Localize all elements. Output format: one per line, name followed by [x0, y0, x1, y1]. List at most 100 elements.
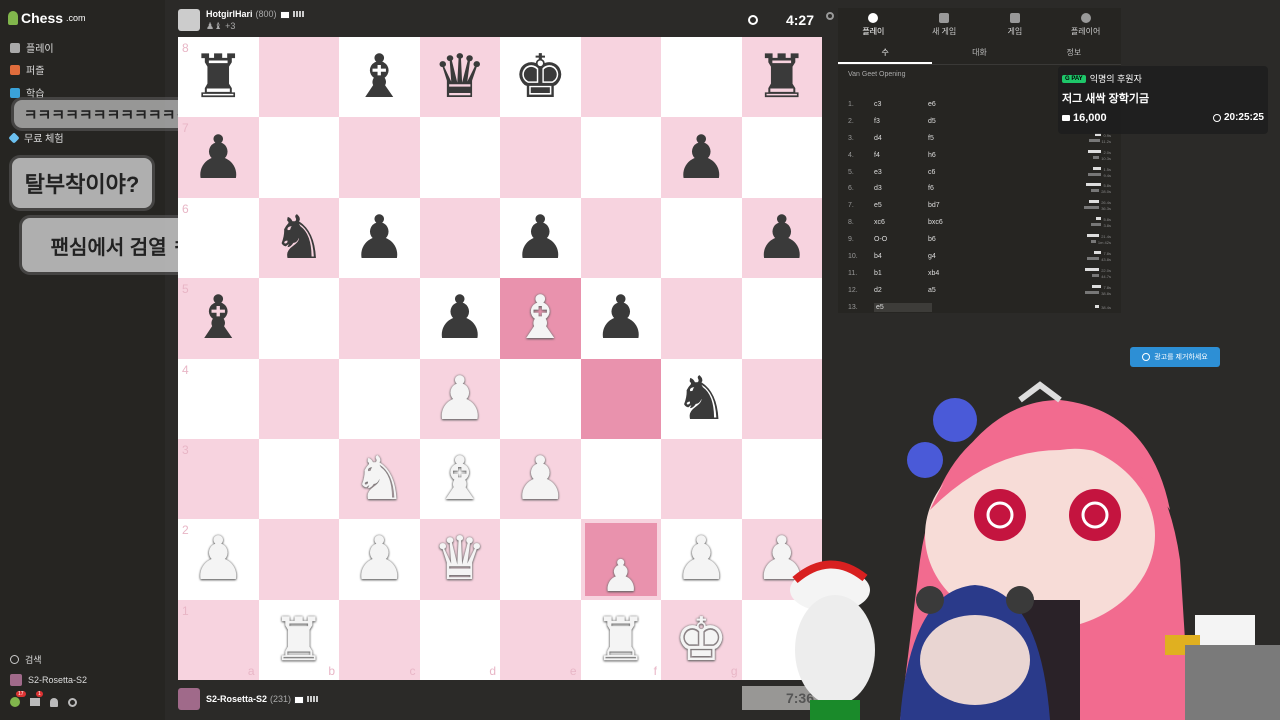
black-move[interactable]: b6: [928, 236, 982, 243]
square-d6[interactable]: [419, 197, 500, 279]
black-move[interactable]: a5: [928, 287, 982, 294]
square-a8[interactable]: 8 ♜: [178, 37, 259, 118]
black-move[interactable]: xb4: [928, 270, 982, 277]
square-d7[interactable]: [419, 117, 500, 198]
gear-icon[interactable]: [68, 697, 77, 707]
square-g3[interactable]: [661, 438, 742, 520]
chess-logo[interactable]: Chess .com: [8, 10, 86, 26]
square-e1[interactable]: e: [500, 599, 581, 680]
square-a2[interactable]: 2 ♟: [178, 519, 259, 600]
opponent-avatar[interactable]: [178, 9, 200, 31]
black-move[interactable]: f5: [928, 135, 982, 142]
square-c8[interactable]: ♝: [339, 37, 420, 118]
black-pawn[interactable]: ♟: [755, 208, 809, 268]
bell-icon[interactable]: [50, 697, 58, 707]
square-e4[interactable]: [500, 358, 581, 439]
black-bishop[interactable]: ♝: [191, 288, 245, 348]
square-f4[interactable]: [580, 358, 661, 439]
white-move[interactable]: f3: [874, 118, 928, 125]
subtab-info[interactable]: 정보: [1027, 42, 1121, 64]
black-pawn[interactable]: ♟: [433, 288, 487, 348]
square-f8[interactable]: [580, 37, 661, 118]
square-d2[interactable]: ♛: [419, 519, 500, 600]
square-b3[interactable]: [258, 438, 339, 520]
black-move[interactable]: d5: [928, 118, 982, 125]
square-h5[interactable]: [741, 278, 822, 359]
player-avatar[interactable]: [178, 688, 200, 710]
square-b5[interactable]: [258, 278, 339, 359]
square-h8[interactable]: ♜: [741, 37, 822, 118]
white-bishop[interactable]: ♝: [513, 288, 567, 348]
tab-play[interactable]: 플레이: [838, 8, 909, 42]
square-b7[interactable]: [258, 117, 339, 198]
white-bishop[interactable]: ♝: [433, 449, 487, 509]
square-h4[interactable]: [741, 358, 822, 439]
subtab-moves[interactable]: 수: [838, 42, 933, 64]
black-move[interactable]: e6: [928, 101, 982, 108]
white-move[interactable]: e5: [874, 302, 932, 312]
square-g7[interactable]: ♟: [661, 117, 742, 198]
friends-icon[interactable]: 17: [10, 691, 26, 707]
black-rook[interactable]: ♜: [755, 47, 809, 107]
sidebar-item-profile[interactable]: S2-Rosetta-S2: [10, 674, 87, 686]
white-move[interactable]: d4: [874, 135, 928, 142]
chess-board[interactable]: 8 ♜ ♝ ♛ ♚ ♜ 7 ♟ ♟ 6 ♞ ♟ ♟ ♟ 5 ♝ ♟ ♝ ♟ 4 ♟ ♞ 3 ♞ ♝ ♟ 2 ♟ ♟ ♛ ♟ ♟ ♟ 1 a b ♜ c d e…: [178, 37, 822, 680]
tab-players[interactable]: 플레이어: [1050, 8, 1121, 42]
square-b8[interactable]: [258, 37, 339, 118]
white-rook[interactable]: ♜: [594, 610, 648, 670]
white-move[interactable]: c3: [874, 101, 928, 108]
white-pawn[interactable]: ♟: [433, 369, 487, 429]
black-pawn[interactable]: ♟: [674, 128, 728, 188]
black-move[interactable]: g4: [928, 253, 982, 260]
white-pawn[interactable]: ♟: [352, 529, 406, 589]
square-f7[interactable]: [580, 117, 661, 198]
square-c5[interactable]: [339, 278, 420, 359]
square-c4[interactable]: [339, 358, 420, 439]
square-a6[interactable]: 6: [178, 197, 259, 279]
black-pawn[interactable]: ♟: [513, 208, 567, 268]
black-bishop[interactable]: ♝: [352, 47, 406, 107]
square-b2[interactable]: [258, 519, 339, 600]
black-pawn[interactable]: ♟: [352, 208, 406, 268]
white-move[interactable]: d2: [874, 287, 928, 294]
white-pawn[interactable]: ♟: [513, 449, 567, 509]
square-f1[interactable]: f ♜: [580, 599, 661, 680]
player-name[interactable]: S2-Rosetta-S2: [206, 694, 267, 704]
square-h7[interactable]: [741, 117, 822, 198]
square-f6[interactable]: [580, 197, 661, 279]
square-g2[interactable]: ♟: [661, 519, 742, 600]
sidebar-item-free-trial[interactable]: 무료 체험: [8, 130, 64, 145]
black-knight[interactable]: ♞: [674, 369, 728, 429]
black-pawn[interactable]: ♟: [594, 288, 648, 348]
square-d3[interactable]: ♝: [419, 438, 500, 520]
square-c2[interactable]: ♟: [339, 519, 420, 600]
square-d1[interactable]: d: [419, 599, 500, 680]
square-c3[interactable]: ♞: [339, 438, 420, 520]
tab-new-game[interactable]: 새 게임: [909, 8, 980, 42]
black-king[interactable]: ♚: [513, 47, 567, 107]
square-a3[interactable]: 3: [178, 438, 259, 520]
square-a4[interactable]: 4: [178, 358, 259, 439]
black-move[interactable]: c6: [928, 169, 982, 176]
square-g8[interactable]: [661, 37, 742, 118]
square-g4[interactable]: ♞: [661, 358, 742, 439]
white-move[interactable]: b4: [874, 253, 928, 260]
square-d5[interactable]: ♟: [419, 278, 500, 359]
square-e7[interactable]: [500, 117, 581, 198]
square-f5[interactable]: ♟: [580, 278, 661, 359]
square-d8[interactable]: ♛: [419, 37, 500, 118]
square-a5[interactable]: 5 ♝: [178, 278, 259, 359]
sidebar-item-play[interactable]: 플레이: [10, 40, 54, 55]
square-d4[interactable]: ♟: [419, 358, 500, 439]
black-pawn[interactable]: ♟: [191, 128, 245, 188]
mail-icon[interactable]: 1: [30, 691, 43, 706]
black-move[interactable]: bxc6: [928, 219, 982, 226]
sidebar-item-search[interactable]: 검색: [10, 653, 42, 666]
white-queen[interactable]: ♛: [433, 529, 487, 589]
white-move[interactable]: b1: [874, 270, 928, 277]
square-g5[interactable]: [661, 278, 742, 359]
sidebar-item-puzzles[interactable]: 퍼즐: [10, 62, 44, 77]
white-move[interactable]: O-O: [874, 236, 928, 243]
square-c6[interactable]: ♟: [339, 197, 420, 279]
black-queen[interactable]: ♛: [433, 47, 487, 107]
